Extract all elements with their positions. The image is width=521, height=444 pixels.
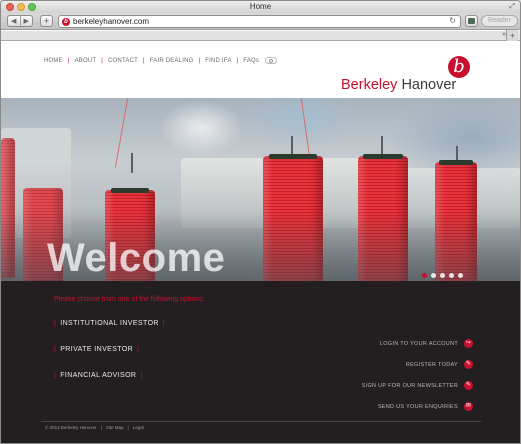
browser-window: Home ⤢ ◀ ▶ + b berkeleyhanover.com ↻ Rea…	[0, 0, 521, 444]
thread-line	[114, 98, 129, 168]
login-icon: ↪	[464, 339, 473, 348]
logo-word-berkeley: Berkeley	[341, 77, 398, 93]
bracket-right: |	[162, 320, 166, 327]
footer-sitemap-link[interactable]: Site Map	[106, 425, 124, 430]
bracket-right: |	[137, 346, 140, 353]
browser-toolbar: ◀ ▶ + b berkeleyhanover.com ↻ Reader	[1, 13, 520, 30]
nav-separator: |	[67, 57, 70, 64]
newsletter-icon: ✎	[464, 381, 473, 390]
investor-label: FINANCIAL ADVISOR	[60, 372, 137, 379]
carousel-dots	[422, 273, 463, 278]
options-prompt: Please choose from one of the following …	[54, 296, 205, 303]
carousel-dot[interactable]	[431, 273, 436, 278]
logo-word-hanover: Hanover	[401, 77, 457, 93]
nav-separator: |	[236, 57, 239, 64]
financial-advisor-link[interactable]: | FINANCIAL ADVISOR |	[54, 372, 147, 379]
bracket-right: |	[140, 372, 143, 379]
address-bar[interactable]: b berkeleyhanover.com ↻	[58, 15, 461, 28]
register-link[interactable]: REGISTER TODAY ✎	[406, 360, 473, 369]
spool-cap	[363, 154, 403, 159]
site-navigation: HOME | ABOUT | CONTACT | FAIR DEALING | FIND…	[44, 57, 278, 64]
plus-icon: +	[43, 16, 50, 26]
title-bar: Home ⤢	[1, 1, 520, 13]
nav-find-ifa[interactable]: FIND IFA	[205, 58, 231, 64]
thread-line	[300, 98, 311, 158]
welcome-heading: Welcome	[47, 236, 226, 280]
logo-mark: b	[448, 56, 470, 78]
logo-wordmark: Berkeley Hanover	[341, 77, 456, 93]
spool-cap	[111, 188, 149, 193]
nav-home[interactable]: HOME	[44, 58, 63, 64]
login-link[interactable]: LOGIN TO YOUR ACCOUNT ↪	[380, 339, 473, 348]
investor-label: PRIVATE INVESTOR	[60, 346, 134, 353]
footer-divider	[41, 421, 481, 422]
spool-rod	[381, 136, 383, 154]
investor-label: INSTITUTIONAL INVESTOR	[60, 320, 159, 327]
site-footer: © 2013 Berkeley Hanover | Site Map | Leg…	[45, 425, 144, 430]
share-button[interactable]	[465, 15, 478, 27]
enquiry-icon: ✉	[464, 402, 473, 411]
nav-about[interactable]: ABOUT	[75, 58, 97, 64]
search-icon[interactable]	[265, 57, 278, 64]
spool-cap	[269, 154, 317, 159]
carousel-dot[interactable]	[440, 273, 445, 278]
add-bookmark-button[interactable]: +	[40, 15, 53, 27]
action-label: SIGN UP FOR OUR NEWSLETTER	[361, 382, 458, 389]
chevron-left-icon[interactable]: ◀	[8, 16, 21, 26]
spool-rod	[456, 146, 458, 161]
web-page: HOME | ABOUT | CONTACT | FAIR DEALING | FIND…	[1, 42, 520, 443]
reader-button[interactable]: Reader	[481, 15, 518, 27]
spool-rod	[291, 136, 293, 154]
window-title: Home	[249, 2, 272, 11]
site-favicon: b	[62, 18, 70, 26]
share-icon	[468, 18, 475, 24]
spool-cap	[439, 160, 473, 165]
nav-separator: |	[101, 57, 104, 64]
carousel-dot[interactable]	[458, 273, 463, 278]
fullscreen-icon[interactable]: ⤢	[509, 3, 515, 11]
chevron-right-icon[interactable]: ▶	[21, 16, 33, 26]
url-text[interactable]: berkeleyhanover.com	[73, 17, 149, 26]
carousel-dot[interactable]	[422, 273, 427, 278]
action-label: REGISTER TODAY	[405, 361, 458, 368]
footer-separator: |	[100, 425, 102, 430]
bracket-left: |	[54, 320, 57, 327]
new-tab-button[interactable]: +	[506, 30, 518, 41]
register-icon: ✎	[464, 360, 473, 369]
footer-separator: |	[127, 425, 129, 430]
copyright-text: © 2013 Berkeley Hanover	[45, 425, 97, 430]
action-label: LOGIN TO YOUR ACCOUNT	[379, 340, 458, 347]
hero-banner: Welcome	[1, 98, 520, 281]
bracket-left: |	[54, 372, 57, 379]
footer-legal-link[interactable]: Legal	[133, 425, 144, 430]
options-panel: Please choose from one of the following …	[1, 281, 520, 443]
spool-rod	[131, 153, 133, 173]
private-investor-link[interactable]: | PRIVATE INVESTOR |	[54, 346, 143, 353]
back-forward-buttons: ◀ ▶	[7, 15, 33, 27]
carousel-dot[interactable]	[449, 273, 454, 278]
newsletter-link[interactable]: SIGN UP FOR OUR NEWSLETTER ✎	[362, 381, 473, 390]
nav-separator: |	[198, 57, 201, 64]
enquiries-link[interactable]: SEND US YOUR ENQUIRIES ✉	[378, 402, 473, 411]
nav-fair-dealing[interactable]: FAIR DEALING	[150, 58, 194, 64]
berkeley-hanover-logo[interactable]: b Berkeley Hanover	[341, 56, 476, 93]
nav-contact[interactable]: CONTACT	[108, 58, 138, 64]
institutional-investor-link[interactable]: | INSTITUTIONAL INVESTOR |	[54, 320, 169, 327]
nav-faqs[interactable]: FAQs	[243, 58, 259, 64]
bookmarks-bar: »	[1, 31, 520, 41]
bracket-left: |	[54, 346, 57, 353]
reload-icon[interactable]: ↻	[449, 16, 456, 25]
action-label: SEND US YOUR ENQUIRIES	[377, 403, 458, 410]
nav-separator: |	[142, 57, 145, 64]
